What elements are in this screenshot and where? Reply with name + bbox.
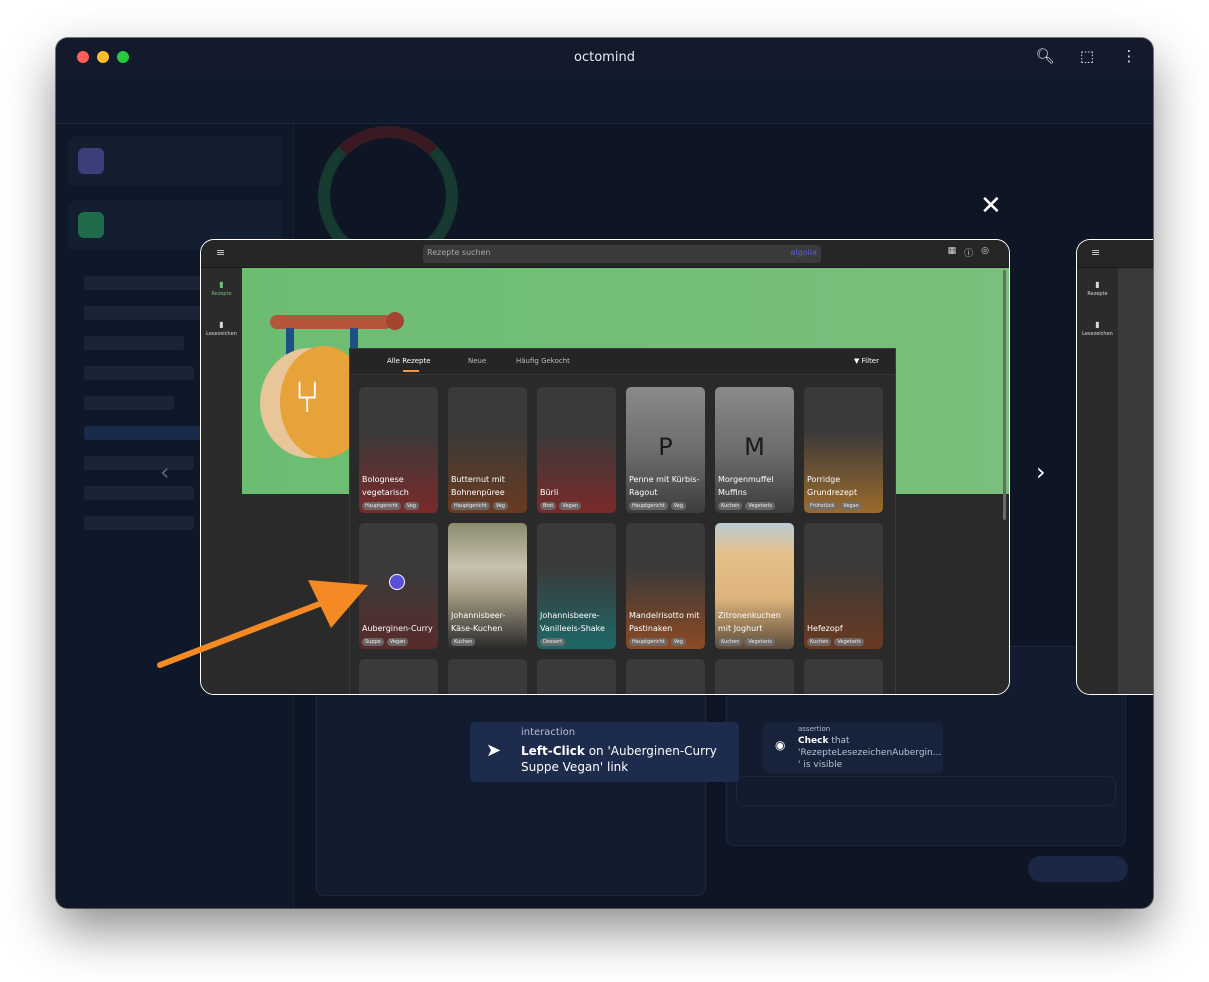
app-window: octomind 🔍︎ ⬚ ⋮ ✕ ‹ › ≡ Rezepte suchen a… [56, 38, 1153, 908]
annotation-arrow-icon [157, 580, 368, 668]
